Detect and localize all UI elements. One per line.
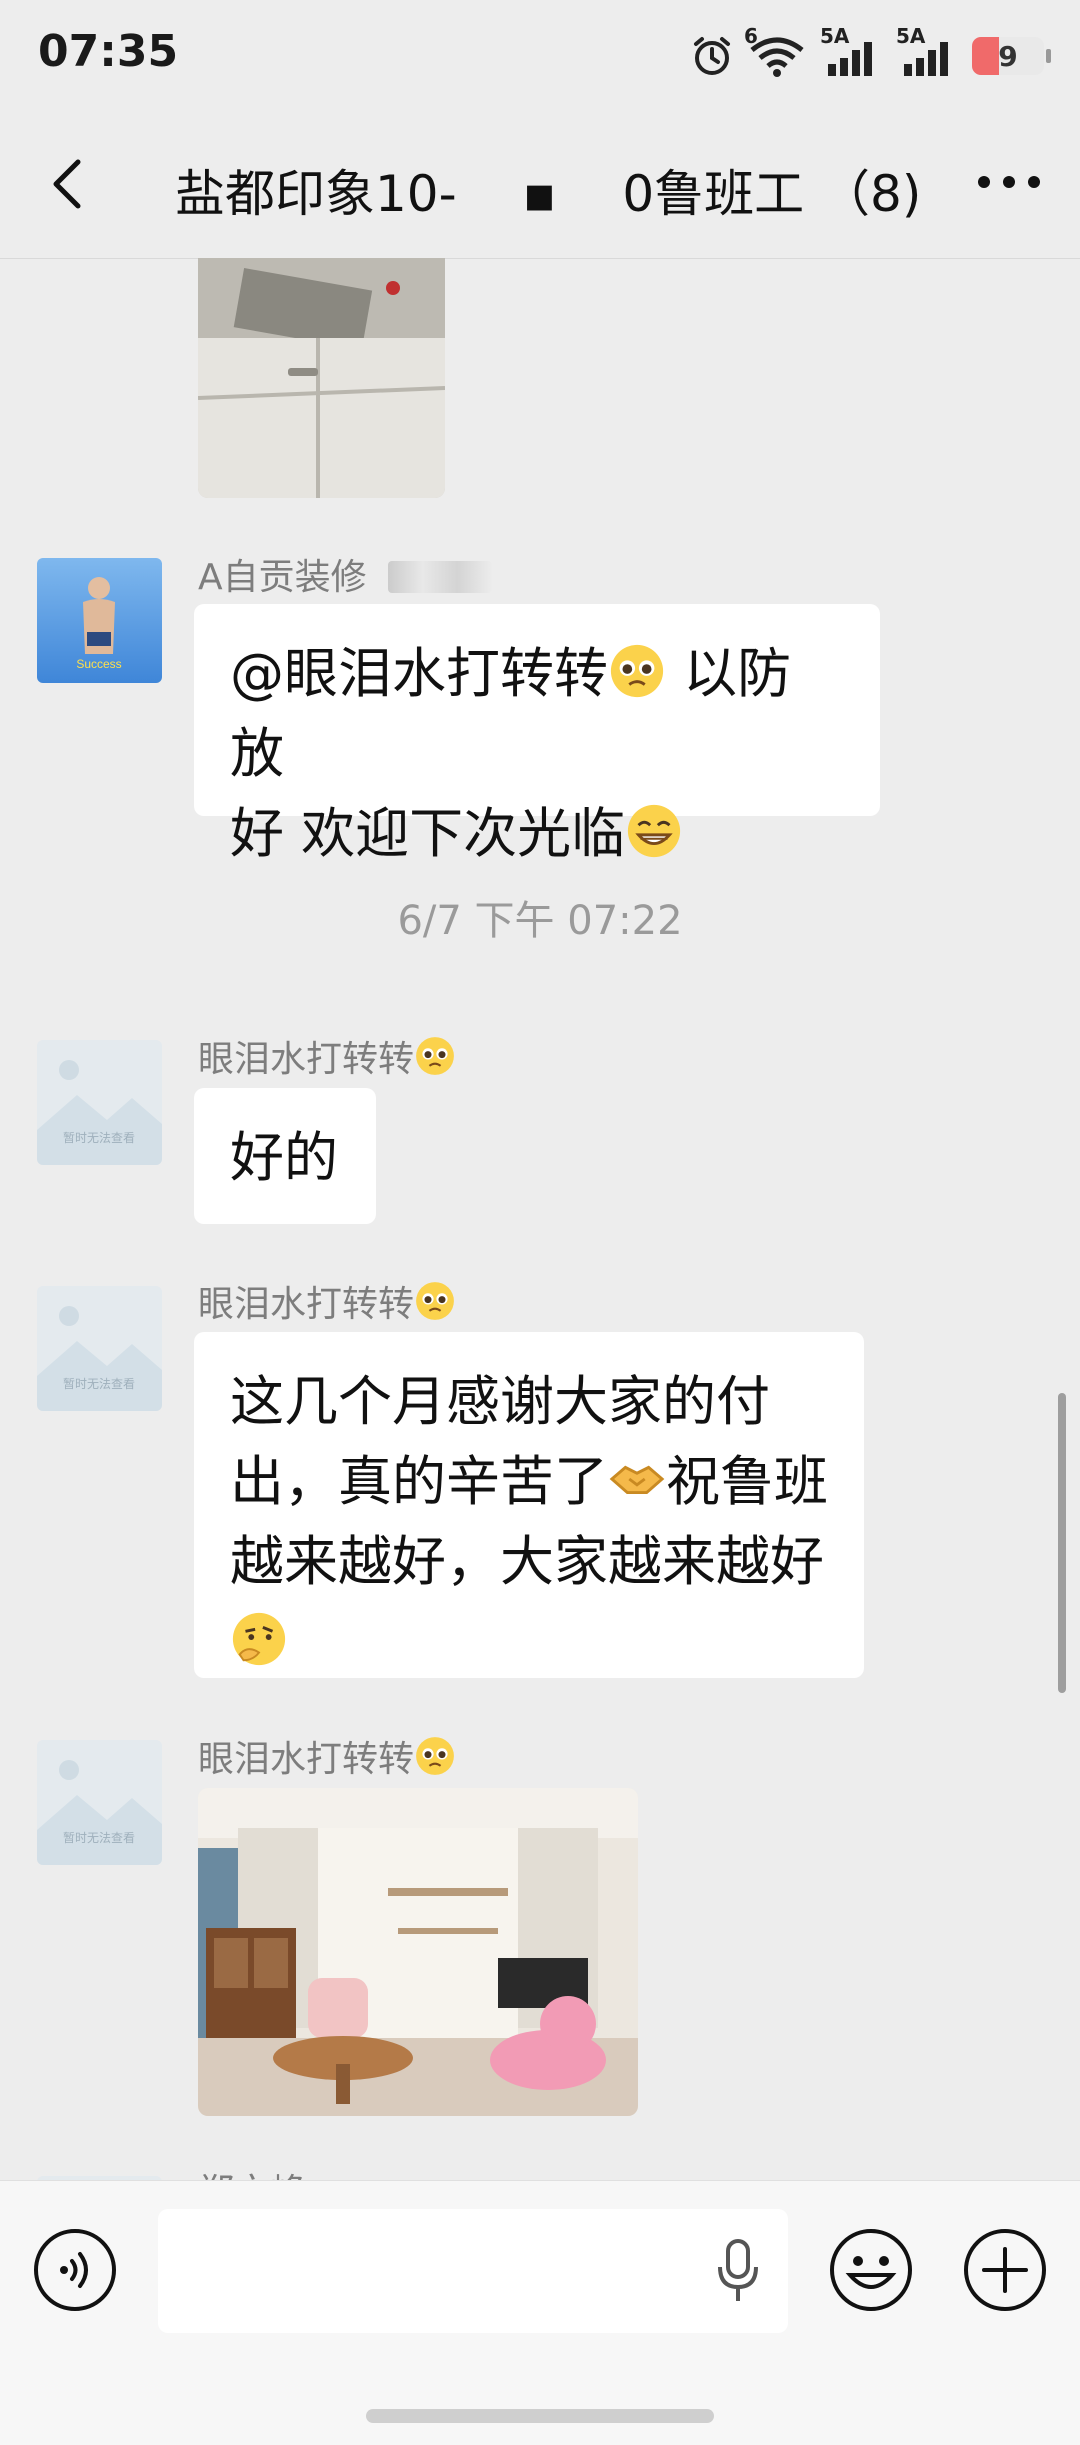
placeholder-text: 暂时无法查看 bbox=[63, 1831, 135, 1845]
battery-level: 9 bbox=[998, 39, 1018, 73]
signal-1: 5A bbox=[820, 24, 882, 78]
pleading-emoji-icon bbox=[416, 1037, 454, 1075]
message-list[interactable]: Success A自贡装修 @眼泪水打转转 以防放 好 欢迎下次光临 6/7 下… bbox=[0, 258, 1080, 2180]
pleading-emoji-icon bbox=[416, 1737, 454, 1775]
thinking-emoji-icon bbox=[232, 1612, 286, 1666]
mic-icon[interactable] bbox=[716, 2237, 760, 2305]
alarm-icon bbox=[694, 37, 730, 75]
sender-name-text: A自贡装修 bbox=[198, 557, 367, 598]
scrollbar[interactable] bbox=[1058, 1393, 1066, 1693]
sender-name-text: 眼泪水打转转 bbox=[198, 1039, 415, 1080]
wifi-label: 6 bbox=[744, 24, 758, 48]
message-text: 越来越好，大家越来越好 bbox=[230, 1530, 824, 1593]
image-message[interactable] bbox=[198, 1788, 638, 2116]
status-icons: 6 5A 5A 9 bbox=[690, 24, 1051, 84]
message-text: 祝鲁班 bbox=[666, 1450, 828, 1513]
avatar-placeholder[interactable]: 暂时无法查看 bbox=[37, 1740, 162, 1865]
message-text: @眼泪水打转转 bbox=[230, 642, 608, 705]
avatar-image: Success bbox=[37, 558, 162, 683]
timestamp: 6/7 下午 07:22 bbox=[397, 898, 683, 944]
message-bubble[interactable]: 这几个月感谢大家的付 出，真的辛苦了 祝鲁班 越来越好，大家越来越好 bbox=[194, 1332, 864, 1678]
avatar-a-zigong[interactable]: Success bbox=[37, 558, 162, 683]
pleading-emoji-icon bbox=[416, 1282, 454, 1320]
status-time: 07:35 bbox=[38, 26, 179, 77]
home-indicator[interactable] bbox=[366, 2409, 714, 2423]
sender-name-partial: 郑文峰 bbox=[198, 2163, 306, 2180]
sender-name: 眼泪水打转转 bbox=[198, 1030, 456, 1082]
message-input[interactable] bbox=[158, 2209, 788, 2333]
chat-title[interactable]: 盐都印象10- ▪ 0鲁班工 （8) bbox=[175, 154, 921, 226]
sender-name-text: 眼泪水打转转 bbox=[198, 1284, 415, 1325]
message-bubble[interactable]: @眼泪水打转转 以防放 好 欢迎下次光临 bbox=[194, 604, 880, 865]
placeholder-text: 暂时无法查看 bbox=[63, 1131, 135, 1145]
battery-cap bbox=[1046, 49, 1051, 63]
message-text: 出，真的辛苦了 bbox=[230, 1450, 608, 1513]
message-text: 好 欢迎下次光临 bbox=[230, 802, 626, 865]
battery-indicator: 9 bbox=[972, 37, 1051, 75]
signal-icon bbox=[828, 42, 872, 76]
placeholder-text: 暂时无法查看 bbox=[63, 1377, 135, 1391]
sender-name: 眼泪水打转转 bbox=[198, 1275, 456, 1327]
signal-icon bbox=[904, 42, 948, 76]
sender-name: A自贡装修 bbox=[198, 548, 493, 600]
input-bar bbox=[0, 2180, 1080, 2445]
emoji-icon[interactable] bbox=[828, 2227, 914, 2313]
placeholder-image-icon: 暂时无法查看 bbox=[37, 1286, 162, 1411]
placeholder-image-icon: 暂时无法查看 bbox=[37, 1740, 162, 1865]
avatar-placeholder[interactable]: 暂时无法查看 bbox=[37, 1040, 162, 1165]
message-text: 这几个月感谢大家的付 bbox=[230, 1370, 770, 1433]
signal-2: 5A bbox=[896, 24, 958, 78]
cabinet-photo bbox=[198, 258, 445, 498]
sender-name: 眼泪水打转转 bbox=[198, 1730, 456, 1782]
more-icon[interactable] bbox=[974, 162, 1044, 202]
voice-icon[interactable] bbox=[32, 2227, 118, 2313]
message-text: 好的 bbox=[230, 1126, 338, 1189]
back-arrow-icon[interactable] bbox=[40, 154, 100, 214]
handshake-emoji-icon bbox=[609, 1465, 665, 1494]
message-bubble[interactable]: 好的 bbox=[194, 1088, 376, 1224]
add-icon[interactable] bbox=[962, 2227, 1048, 2313]
avatar-success-text: Success bbox=[76, 657, 121, 671]
sender-name-text: 眼泪水打转转 bbox=[198, 1739, 415, 1780]
pleading-emoji-icon bbox=[610, 644, 664, 698]
avatar-placeholder[interactable]: 暂时无法查看 bbox=[37, 1286, 162, 1411]
redacted-name bbox=[388, 561, 493, 593]
placeholder-image-icon: 暂时无法查看 bbox=[37, 1040, 162, 1165]
wifi-indicator: 6 bbox=[744, 24, 806, 78]
image-message-partial[interactable] bbox=[198, 258, 445, 498]
status-bar: 07:35 6 5A 5A 9 bbox=[0, 0, 1080, 110]
chat-header: 盐都印象10- ▪ 0鲁班工 （8) bbox=[0, 110, 1080, 259]
living-room-photo bbox=[198, 1788, 638, 2116]
grin-emoji-icon bbox=[628, 804, 681, 858]
